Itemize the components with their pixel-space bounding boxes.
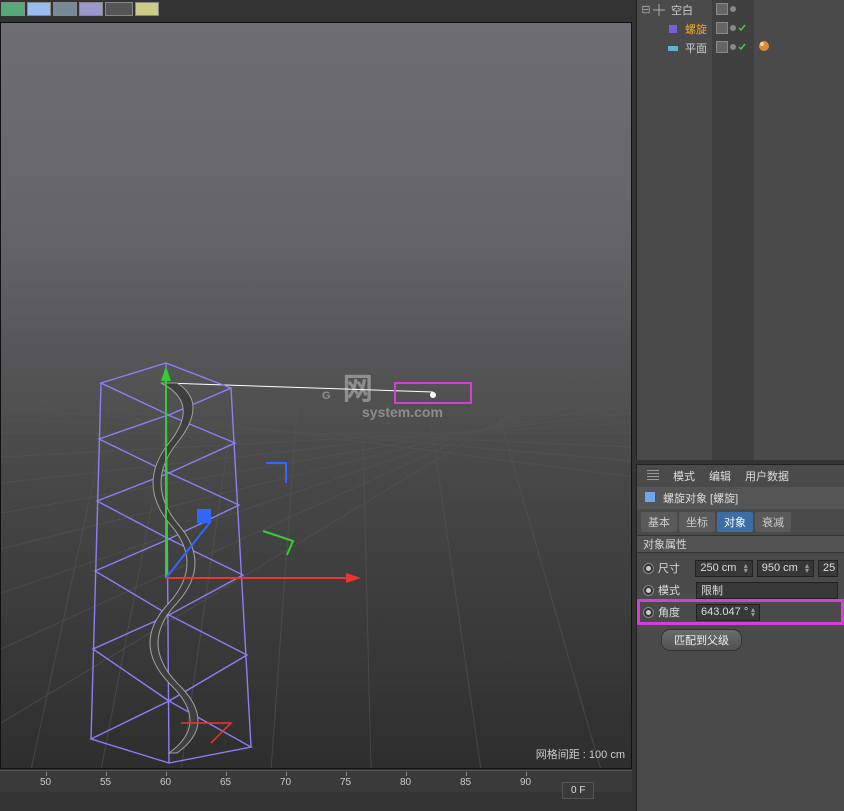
attr-row-size: 尺寸 250 cm▴▾ 950 cm▴▾ 25 <box>643 557 838 579</box>
phong-tag-icon[interactable] <box>758 40 770 55</box>
layer-chip-icon[interactable] <box>716 3 728 15</box>
tree-collapse-icon[interactable]: ⊟ <box>641 3 651 16</box>
size-label: 尺寸 <box>658 560 692 576</box>
fit-to-parent-button[interactable]: 匹配到父级 <box>661 629 742 651</box>
angle-input[interactable]: 643.047 °▴▾ <box>696 604 760 621</box>
ruler-tick: 50 <box>40 777 51 788</box>
viewport-scene <box>1 23 632 769</box>
unknown-icon[interactable] <box>53 2 77 16</box>
menu-userdata[interactable]: 用户数据 <box>745 468 789 484</box>
spline-icon[interactable] <box>1 2 25 16</box>
ruler-tick: 90 <box>520 777 531 788</box>
ruler-tick: 65 <box>220 777 231 788</box>
ruler-tick: 80 <box>400 777 411 788</box>
spinner-icon[interactable]: ▴▾ <box>744 563 748 573</box>
attr-row-angle: 角度 643.047 °▴▾ <box>639 601 842 623</box>
light-icon[interactable] <box>135 2 159 16</box>
extrude-icon[interactable] <box>27 2 51 16</box>
enable-check-icon[interactable] <box>738 43 746 51</box>
timeline-ruler[interactable]: 50 55 60 65 70 75 80 85 90 <box>0 770 632 792</box>
attr-row-mode: 模式 限制 <box>643 579 838 601</box>
angle-label: 角度 <box>658 604 692 620</box>
size-z-input[interactable]: 25 <box>818 560 838 577</box>
tab-object[interactable]: 对象 <box>717 512 753 532</box>
helix-object-icon <box>643 490 657 507</box>
frame-indicator[interactable]: 0 F <box>562 782 594 799</box>
attr-title-row: 螺旋对象 [螺旋] <box>637 487 844 509</box>
attr-menubar: 模式 编辑 用户数据 <box>637 465 844 487</box>
tab-coord[interactable]: 坐标 <box>679 512 715 532</box>
tab-basic[interactable]: 基本 <box>641 512 677 532</box>
attr-menu-icon[interactable] <box>647 470 659 482</box>
visibility-dot-icon[interactable] <box>730 6 736 12</box>
mode-dropdown[interactable]: 限制 <box>696 582 838 599</box>
mode-label: 模式 <box>658 582 692 598</box>
camera-icon[interactable] <box>105 2 133 16</box>
visibility-column <box>712 0 754 460</box>
visibility-dot-icon[interactable] <box>730 44 736 50</box>
plane-icon <box>665 40 681 56</box>
unknown-icon[interactable] <box>79 2 103 16</box>
layer-chip-icon[interactable] <box>716 41 728 53</box>
anim-key-radio[interactable] <box>643 585 654 596</box>
menu-edit[interactable]: 编辑 <box>709 468 731 484</box>
attribute-manager: 模式 编辑 用户数据 螺旋对象 [螺旋] 基本 坐标 对象 衰减 对象属性 尺寸… <box>636 464 844 811</box>
spinner-icon[interactable]: ▴▾ <box>805 563 809 573</box>
attr-tabs: 基本 坐标 对象 衰减 <box>637 509 844 535</box>
anim-key-radio[interactable] <box>643 607 654 618</box>
cube-purple-icon <box>665 21 681 37</box>
ruler-tick: 75 <box>340 777 351 788</box>
anim-key-radio[interactable] <box>643 563 654 574</box>
object-label: 平面 <box>685 40 707 56</box>
enable-check-icon[interactable] <box>738 24 746 32</box>
object-label: 螺旋 <box>685 21 707 37</box>
object-label: 空白 <box>671 2 693 18</box>
size-y-input[interactable]: 950 cm▴▾ <box>757 560 814 577</box>
layer-chip-icon[interactable] <box>716 22 728 34</box>
tag-column <box>754 0 844 460</box>
ruler-tick: 55 <box>100 777 111 788</box>
visibility-dot-icon[interactable] <box>730 25 736 31</box>
ruler-tick: 70 <box>280 777 291 788</box>
attr-title: 螺旋对象 [螺旋] <box>663 490 738 506</box>
size-x-input[interactable]: 250 cm▴▾ <box>695 560 752 577</box>
spinner-icon[interactable]: ▴▾ <box>751 607 755 617</box>
ruler-tick: 60 <box>160 777 171 788</box>
top-toolbar <box>0 0 160 18</box>
viewport-3d[interactable]: 网格间距 : 100 cm <box>0 22 632 769</box>
menu-mode[interactable]: 模式 <box>673 468 695 484</box>
grid-status: 网格间距 : 100 cm <box>536 746 625 762</box>
ruler-tick: 85 <box>460 777 471 788</box>
null-icon <box>651 2 667 18</box>
attr-body: 尺寸 250 cm▴▾ 950 cm▴▾ 25 模式 限制 角度 643.047… <box>637 553 844 655</box>
attr-section-header: 对象属性 <box>637 535 844 553</box>
tab-falloff[interactable]: 衰减 <box>755 512 791 532</box>
